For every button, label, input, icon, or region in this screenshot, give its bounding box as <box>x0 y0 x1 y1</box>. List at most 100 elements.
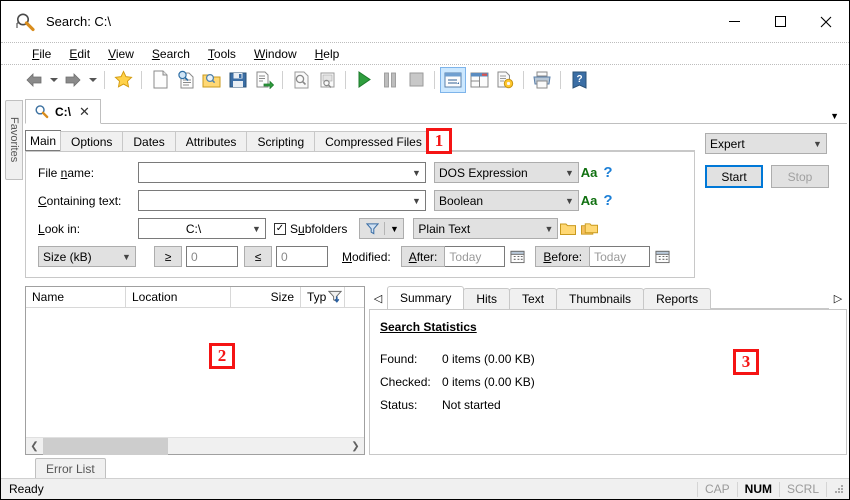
menu-search[interactable]: Search <box>143 45 199 63</box>
expert-mode-select[interactable]: Expert ▼ <box>705 133 827 154</box>
size-min-operator-button[interactable]: ≥ <box>154 246 182 267</box>
forward-dropdown-button[interactable] <box>86 67 99 93</box>
results-list[interactable]: Name Location Size Typ ❮ ❯ <box>25 286 365 455</box>
chevron-down-icon[interactable]: ▼ <box>809 139 826 149</box>
pause-search-button[interactable] <box>377 67 403 93</box>
before-calendar-button[interactable] <box>650 249 674 264</box>
chevron-down-icon[interactable]: ▼ <box>408 168 425 178</box>
maximize-button[interactable] <box>757 2 803 42</box>
tab-reports[interactable]: Reports <box>643 288 712 309</box>
tab-summary[interactable]: Summary <box>387 286 465 309</box>
triangle-left-icon[interactable]: ◁ <box>369 287 387 309</box>
status-cap[interactable]: CAP <box>696 481 737 497</box>
subfolders-checkbox[interactable]: ✓ Subfolders <box>274 222 347 236</box>
tab-compressed-files[interactable]: Compressed Files <box>314 131 433 151</box>
filter-funnel-icon[interactable] <box>327 290 343 307</box>
size-max-input[interactable] <box>276 246 328 267</box>
favorites-tab[interactable]: Favorites <box>5 100 23 180</box>
file-name-input[interactable]: ▼ <box>138 162 426 183</box>
help-question-icon[interactable]: ? <box>599 164 617 181</box>
close-icon[interactable]: ✕ <box>79 104 90 120</box>
tab-options[interactable]: Options <box>60 131 124 151</box>
menu-view[interactable]: View <box>99 45 143 63</box>
triangle-right-icon[interactable]: ▷ <box>829 287 847 309</box>
layout-pane-button[interactable] <box>466 67 492 93</box>
menu-window[interactable]: Window <box>245 45 306 63</box>
tab-main[interactable]: Main <box>25 130 62 151</box>
column-header-size[interactable]: Size <box>231 287 301 307</box>
print-button[interactable] <box>529 67 555 93</box>
error-list-tab[interactable]: Error List <box>35 458 106 478</box>
browse-folders-button[interactable] <box>578 222 600 236</box>
new-search-button[interactable] <box>147 67 173 93</box>
stop-search-button[interactable] <box>403 67 429 93</box>
menu-help[interactable]: Help <box>306 45 349 63</box>
column-header-location[interactable]: Location <box>126 287 231 307</box>
back-button[interactable] <box>21 67 47 93</box>
size-min-input[interactable] <box>186 246 238 267</box>
tab-attributes[interactable]: Attributes <box>174 131 248 151</box>
results-body[interactable] <box>26 308 364 437</box>
chevron-down-icon[interactable]: ▼ <box>830 111 847 123</box>
save-button[interactable] <box>225 67 251 93</box>
document-tab-c[interactable]: C:\ ✕ <box>25 99 101 124</box>
after-date-input[interactable] <box>445 246 506 267</box>
column-header-type[interactable]: Typ <box>301 287 345 307</box>
tab-hits[interactable]: Hits <box>463 288 511 309</box>
chevron-down-icon[interactable]: ▼ <box>248 224 265 234</box>
scrollbar-track[interactable] <box>43 437 347 455</box>
size-max-operator-button[interactable]: ≤ <box>244 246 272 267</box>
help-question-icon[interactable]: ? <box>599 192 617 209</box>
menu-file[interactable]: FFileile <box>23 45 60 63</box>
column-header-name[interactable]: Name <box>26 287 126 307</box>
results-pane-button[interactable] <box>440 66 466 93</box>
export-button[interactable] <box>251 67 277 93</box>
tab-thumbnails[interactable]: Thumbnails <box>556 288 645 309</box>
chevron-left-icon[interactable]: ❮ <box>26 441 43 452</box>
tab-scripting[interactable]: Scripting <box>246 131 316 151</box>
match-case-icon[interactable]: Aa <box>579 193 599 208</box>
menu-tools[interactable]: Tools <box>199 45 245 63</box>
chevron-right-icon[interactable]: ❯ <box>347 441 364 452</box>
results-horizontal-scrollbar[interactable]: ❮ ❯ <box>26 437 364 455</box>
look-in-select[interactable]: C:\ ▼ <box>138 218 266 239</box>
chevron-down-icon[interactable]: ▼ <box>540 224 557 234</box>
minimize-button[interactable] <box>711 2 757 42</box>
favorites-button[interactable] <box>110 67 136 93</box>
resize-grip-icon[interactable] <box>826 481 849 497</box>
preview-button[interactable] <box>288 67 314 93</box>
start-search-button[interactable] <box>351 67 377 93</box>
filter-split-button[interactable]: ▼ <box>359 218 405 239</box>
options-button[interactable] <box>492 67 518 93</box>
tab-text[interactable]: Text <box>509 288 558 309</box>
menu-edit[interactable]: Edit <box>60 45 99 63</box>
forward-button[interactable] <box>60 67 86 93</box>
chevron-down-icon[interactable]: ▼ <box>118 252 135 262</box>
status-num[interactable]: NUM <box>736 481 779 497</box>
browse-folder-button[interactable] <box>558 222 578 236</box>
before-button[interactable]: Before: <box>535 246 591 267</box>
tab-dates[interactable]: Dates <box>122 131 176 151</box>
help-button[interactable]: ? <box>566 67 592 93</box>
start-button[interactable]: Start <box>705 165 763 188</box>
chevron-down-icon[interactable]: ▼ <box>408 196 425 206</box>
open-search-button[interactable] <box>173 67 199 93</box>
chevron-down-icon[interactable]: ▼ <box>561 196 578 206</box>
match-case-icon[interactable]: Aa <box>579 165 599 180</box>
filter-funnel-icon[interactable] <box>360 219 384 238</box>
size-unit-select[interactable]: Size (kB) ▼ <box>38 246 136 267</box>
containing-text-input[interactable]: ▼ <box>138 190 426 211</box>
chevron-down-icon[interactable]: ▼ <box>385 219 403 238</box>
file-name-mode-select[interactable]: DOS Expression ▼ <box>434 162 579 183</box>
close-button[interactable] <box>803 2 849 42</box>
status-scrl[interactable]: SCRL <box>778 481 826 497</box>
open-folder-button[interactable] <box>199 67 225 93</box>
preview-pane-button[interactable] <box>314 67 340 93</box>
chevron-down-icon[interactable]: ▼ <box>561 168 578 178</box>
scrollbar-thumb[interactable] <box>43 437 168 455</box>
after-button[interactable]: After: <box>400 246 446 267</box>
after-calendar-button[interactable] <box>505 249 529 264</box>
back-dropdown-button[interactable] <box>47 67 60 93</box>
containing-text-mode-select[interactable]: Boolean ▼ <box>434 190 579 211</box>
before-date-input[interactable] <box>590 246 651 267</box>
